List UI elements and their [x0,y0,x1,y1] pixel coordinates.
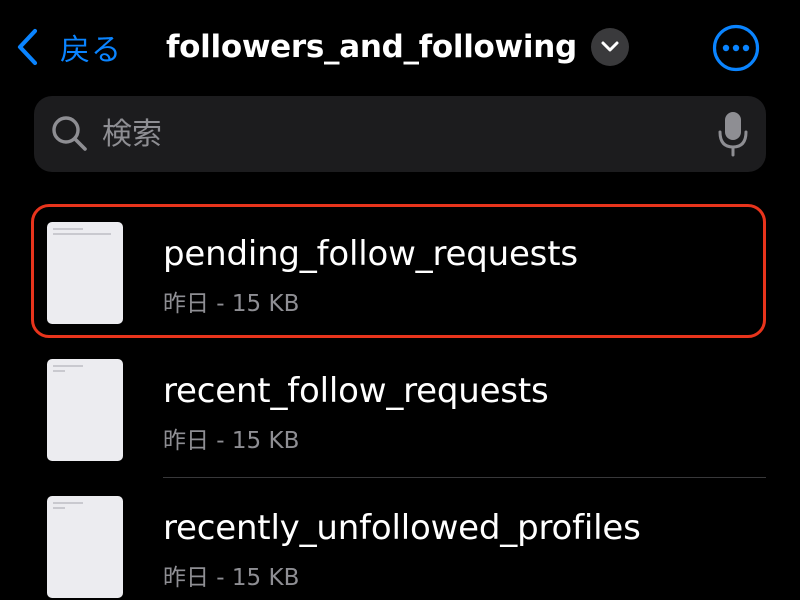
chevron-down-icon [590,28,629,66]
back-label: 戻る [60,33,122,68]
file-list: pending_follow_requests 昨日 - 15 KB recen… [0,204,800,600]
more-options-button[interactable] [712,24,760,72]
search-icon [50,114,90,154]
microphone-icon[interactable] [716,108,750,160]
ellipsis-circle-icon [712,24,760,76]
navigation-bar: 戻る followers_and_following [0,0,800,92]
files-app-screen: 戻る followers_and_following 検索 pending_fo… [0,0,800,600]
file-meta: 昨日 - 15 KB [163,565,300,591]
search-input[interactable] [102,108,702,160]
chevron-left-icon [16,28,38,66]
document-thumbnail [47,359,123,461]
file-name: recent_follow_requests [163,371,549,411]
file-meta: 昨日 - 15 KB [163,428,300,454]
file-name: pending_follow_requests [163,234,578,274]
file-meta: 昨日 - 15 KB [163,291,300,317]
document-thumbnail [47,222,123,324]
back-button[interactable]: 戻る [16,22,122,72]
file-row[interactable]: recently_unfollowed_profiles 昨日 - 15 KB [0,478,800,600]
search-bar [34,96,766,172]
page-title: followers_and_following [166,29,577,65]
file-name: recently_unfollowed_profiles [163,508,641,548]
file-row[interactable]: recent_follow_requests 昨日 - 15 KB [0,341,800,478]
folder-title-menu[interactable]: followers_and_following [166,22,629,72]
file-row[interactable]: pending_follow_requests 昨日 - 15 KB [0,204,800,341]
document-thumbnail [47,496,123,598]
